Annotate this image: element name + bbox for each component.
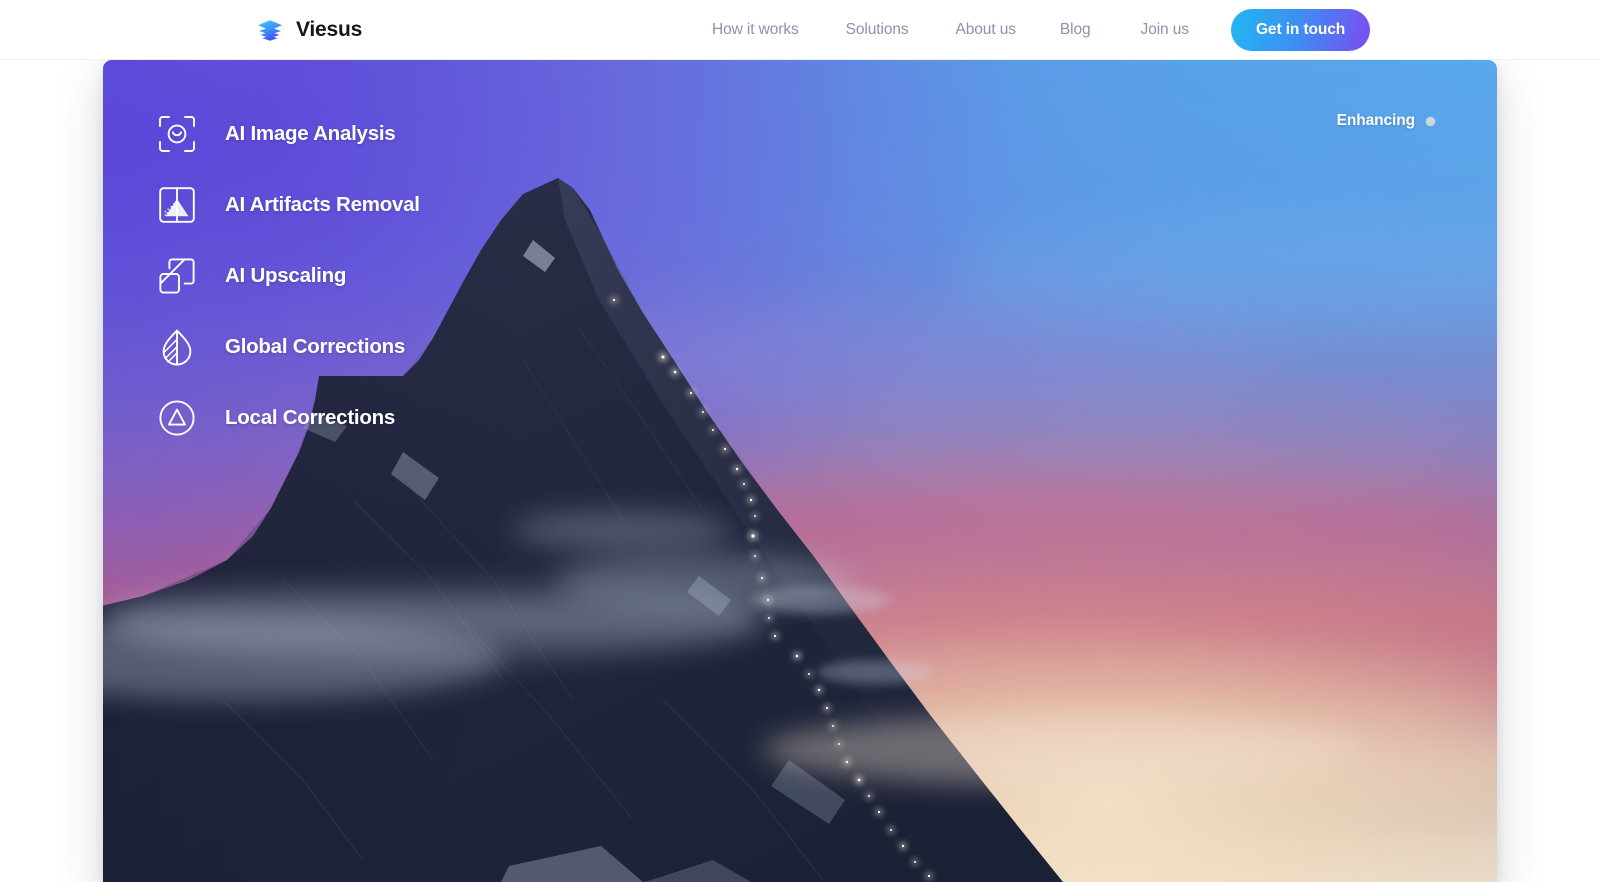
stacked-layers-icon [258,19,282,41]
feature-label: Global Corrections [225,335,406,358]
nav-item-solutions[interactable]: Solutions [846,21,909,39]
feature-label: AI Artifacts Removal [225,193,420,216]
processing-status: Enhancing [1337,112,1435,130]
brand-name: Viesus [296,18,363,41]
hero-section: AI Image Analysis AI Artifacts Removal A… [0,60,1600,882]
feature-label: Local Corrections [225,406,396,429]
overlapping-squares-icon [159,258,195,294]
feature-label: AI Upscaling [225,264,347,287]
noise-removal-icon [159,187,195,223]
feature-item-global-corrections[interactable]: Global Corrections [157,321,420,373]
feature-list: AI Image Analysis AI Artifacts Removal A… [157,108,420,444]
get-in-touch-button[interactable]: Get in touch [1230,8,1371,51]
feature-item-ai-artifacts-removal[interactable]: AI Artifacts Removal [157,179,420,231]
leaf-contrast-icon [162,329,192,366]
status-dot-icon [1426,116,1435,126]
feature-label: AI Image Analysis [225,122,396,145]
nav-item-join-us[interactable]: Join us [1141,21,1190,39]
nav-item-about-us[interactable]: About us [956,21,1016,39]
face-detect-frame-icon [159,116,195,152]
feature-item-local-corrections[interactable]: Local Corrections [157,392,420,444]
brand-logo-link[interactable]: Viesus [255,15,362,45]
hero-image-card: AI Image Analysis AI Artifacts Removal A… [103,60,1497,882]
site-header: Viesus How it works Solutions About us B… [0,0,1600,60]
feature-item-ai-image-analysis[interactable]: AI Image Analysis [157,108,420,160]
main-navigation: How it works Solutions About us Blog Joi… [712,8,1371,51]
status-label: Enhancing [1336,112,1415,129]
nav-item-how-it-works[interactable]: How it works [712,21,799,39]
circle-triangle-icon [159,400,195,436]
feature-item-ai-upscaling[interactable]: AI Upscaling [157,250,420,302]
nav-item-blog[interactable]: Blog [1060,21,1091,39]
